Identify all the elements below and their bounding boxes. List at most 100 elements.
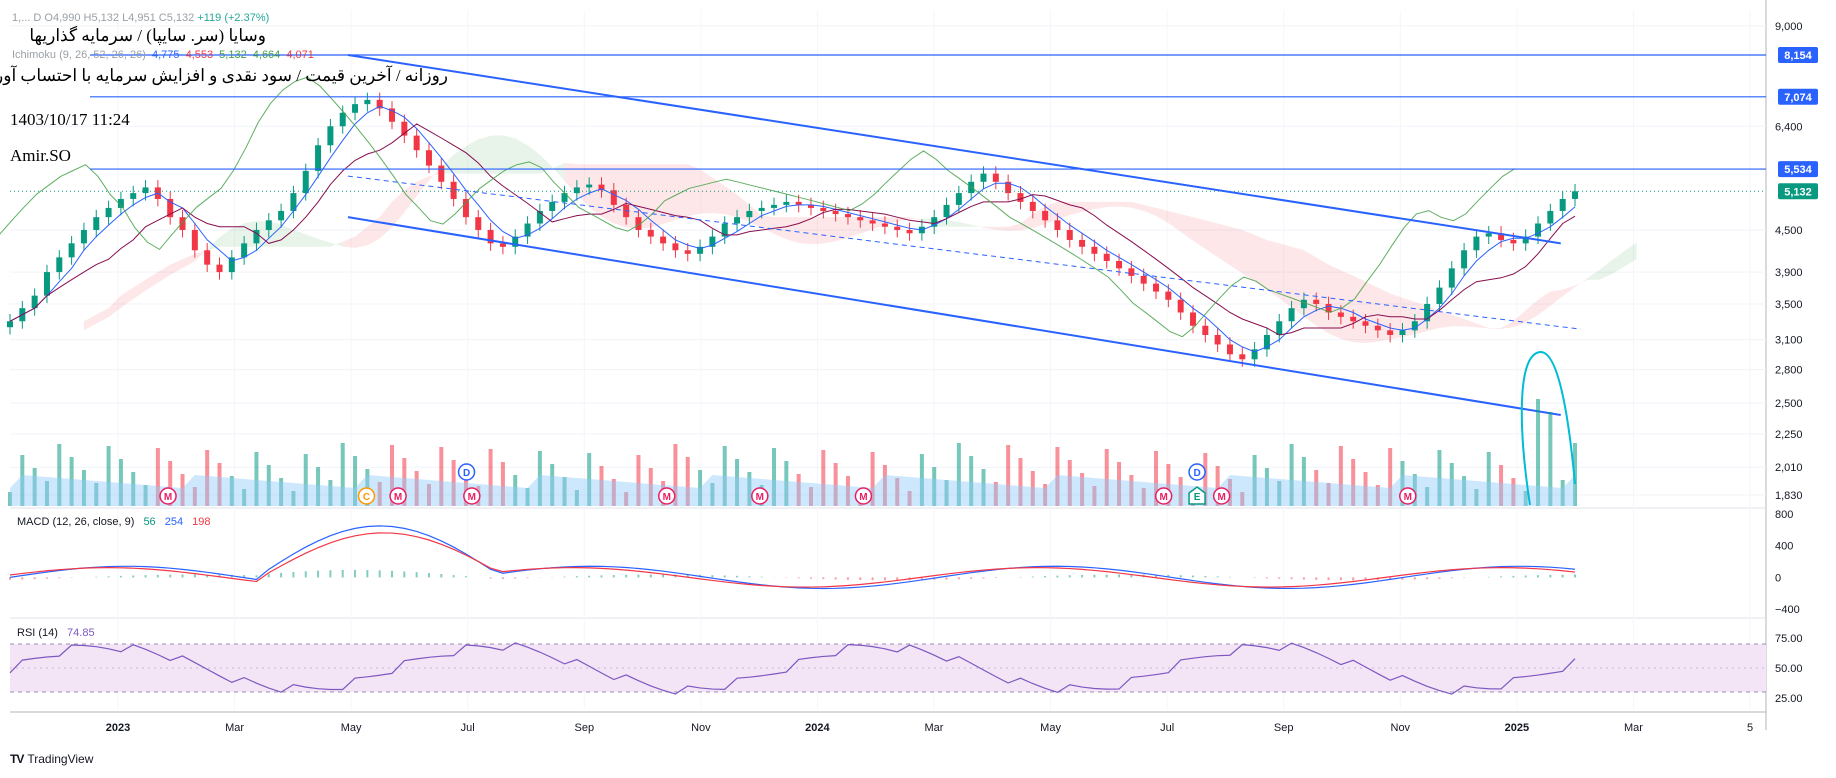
candle-body — [758, 207, 765, 211]
cloud-segment — [1562, 285, 1575, 297]
macd-histogram-bar — [563, 576, 566, 578]
macd-histogram-bar — [588, 575, 591, 578]
candle-body — [771, 204, 778, 208]
candle-body — [1116, 260, 1123, 269]
candle — [1461, 243, 1468, 276]
cloud-segment — [1575, 278, 1588, 288]
macd-histogram-bar — [33, 577, 36, 580]
candle — [167, 191, 174, 225]
cloud-segment — [724, 185, 738, 218]
cloud-segment — [1131, 201, 1144, 211]
cloud-segment — [1538, 291, 1551, 316]
candle-body — [339, 112, 346, 127]
macd-histogram-bar — [489, 577, 492, 579]
cloud-segment — [650, 164, 664, 228]
candle-body — [68, 243, 75, 258]
candle-body — [425, 150, 432, 166]
macd-histogram-bar — [1500, 576, 1503, 578]
macd-histogram-bar — [1056, 575, 1059, 578]
candle — [68, 236, 75, 265]
macd-histogram-bar — [354, 569, 357, 578]
cloud-segment — [293, 229, 306, 247]
candle — [709, 229, 716, 255]
price-tick-label: 6,400 — [1775, 121, 1803, 133]
candle-body — [943, 204, 950, 218]
cloud-segment — [1069, 201, 1083, 216]
candle-body — [1436, 287, 1443, 304]
candle — [7, 314, 13, 335]
time-tick-label: Nov — [1391, 722, 1411, 734]
cloud-segment — [823, 217, 836, 244]
cloud-segment — [1340, 270, 1354, 343]
macd-histogram-bar — [649, 574, 652, 578]
macd-histogram-bar — [526, 577, 529, 579]
macd-histogram-bar — [255, 575, 258, 578]
grid-lines — [10, 10, 1766, 710]
candle-body — [1066, 229, 1073, 240]
candle-body — [438, 165, 445, 182]
macd-histogram-bar — [711, 575, 714, 578]
macd-histogram-bar — [637, 574, 640, 578]
cloud-segment — [83, 314, 97, 331]
macd-histogram-bar — [662, 574, 665, 578]
event-marker: M — [657, 487, 676, 505]
candle — [1214, 327, 1221, 352]
candle — [179, 209, 186, 238]
macd-histogram-bar — [723, 575, 726, 578]
rsi-tick-label: 75.00 — [1775, 633, 1803, 645]
time-tick-label: Jul — [1160, 722, 1174, 734]
candle-body — [191, 229, 198, 251]
ichimoku-tenkan-value: 4,775 — [151, 49, 180, 61]
candle-body — [955, 193, 962, 205]
author: Amir.SO — [10, 146, 71, 165]
candle-body — [869, 220, 876, 224]
candle-body — [1042, 210, 1049, 221]
macd-histogram-bar — [1450, 577, 1453, 579]
candle — [1559, 191, 1566, 219]
candle — [105, 200, 112, 225]
time-tick-label: 2025 — [1505, 722, 1529, 734]
macd-histogram-bar — [193, 574, 196, 578]
macd-histogram-bar — [883, 577, 886, 581]
candle — [906, 222, 913, 241]
time-tick-label: 5 — [1747, 722, 1753, 734]
price-level-label: 5,534 — [1784, 164, 1812, 176]
time-tick-label: 2024 — [805, 722, 830, 734]
macd-histogram-bar — [1105, 574, 1108, 578]
macd-histogram-bar — [1204, 575, 1207, 578]
cloud-segment — [330, 241, 343, 247]
event-marker-label: M — [663, 492, 671, 503]
ichimoku-label: Ichimoku (9, 26, 52, 26, 26) — [12, 49, 146, 61]
candle-body — [450, 181, 457, 199]
chart-canvas[interactable]: 9,000 6,400 4,500 3,900 3,500 3,100 2,800 2,500… — [0, 0, 1836, 778]
macd-histogram-bar — [267, 573, 270, 578]
candle-body — [1411, 321, 1418, 331]
cloud-segment — [712, 177, 725, 215]
cloud-segment — [971, 224, 984, 228]
macd-histogram-bar — [612, 575, 615, 578]
candle — [512, 229, 519, 255]
macd-histogram-bar — [1216, 576, 1219, 578]
candle — [931, 209, 938, 235]
candle-body — [1029, 201, 1036, 211]
event-marker: D — [457, 463, 476, 481]
tradingview-brand[interactable]: TV TradingView — [10, 752, 93, 766]
time-tick-label: Jul — [461, 722, 475, 734]
candle-body — [1374, 325, 1381, 331]
time-tick-label: 2023 — [106, 722, 130, 734]
tradingview-name: TradingView — [27, 752, 94, 766]
rsi-value: 74.85 — [67, 627, 95, 639]
candle-body — [980, 173, 987, 182]
cloud-segment — [490, 135, 503, 174]
event-marker-label: M — [468, 492, 476, 503]
time-tick-label: Nov — [691, 722, 711, 734]
cloud-segment — [552, 162, 565, 181]
macd-histogram-bar — [292, 572, 295, 578]
macd-histogram-bar — [1549, 574, 1552, 578]
ichimoku-legend: Ichimoku (9, 26, 52, 26, 26) 4,775 4,553… — [12, 49, 314, 61]
candle-body — [820, 207, 827, 211]
candle-body — [1485, 233, 1492, 237]
cloud-segment — [1525, 299, 1539, 323]
macd-histogram-bar — [366, 570, 369, 578]
ichimoku-kijun-value: 4,553 — [185, 49, 214, 61]
